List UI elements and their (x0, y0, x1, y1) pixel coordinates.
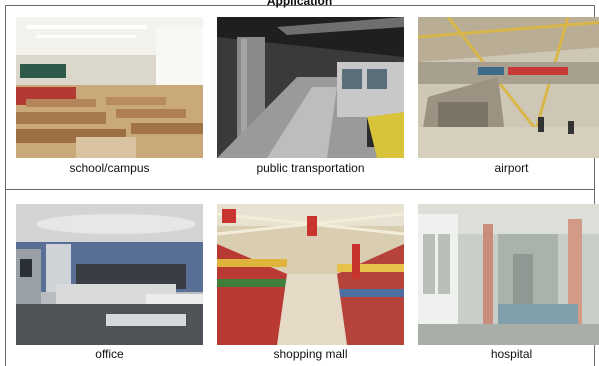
hospital-corridor-photo (418, 204, 599, 345)
caption-hospital: hospital (490, 347, 533, 361)
classroom-photo (16, 17, 203, 158)
subway-platform-photo (217, 17, 404, 158)
office-interior-photo (16, 204, 203, 345)
caption-school-campus: school/campus (69, 161, 150, 175)
caption-shopping-mall: shopping mall (273, 347, 348, 361)
airport-terminal-photo (418, 17, 599, 158)
row-divider (5, 189, 595, 190)
caption-airport: airport (494, 161, 529, 175)
caption-office: office (95, 347, 124, 361)
caption-public-transportation: public transportation (256, 161, 365, 175)
application-figure: Application school/campus public transpo… (0, 0, 599, 366)
supermarket-aisle-photo (217, 204, 404, 345)
figure-title: Application (266, 0, 333, 8)
